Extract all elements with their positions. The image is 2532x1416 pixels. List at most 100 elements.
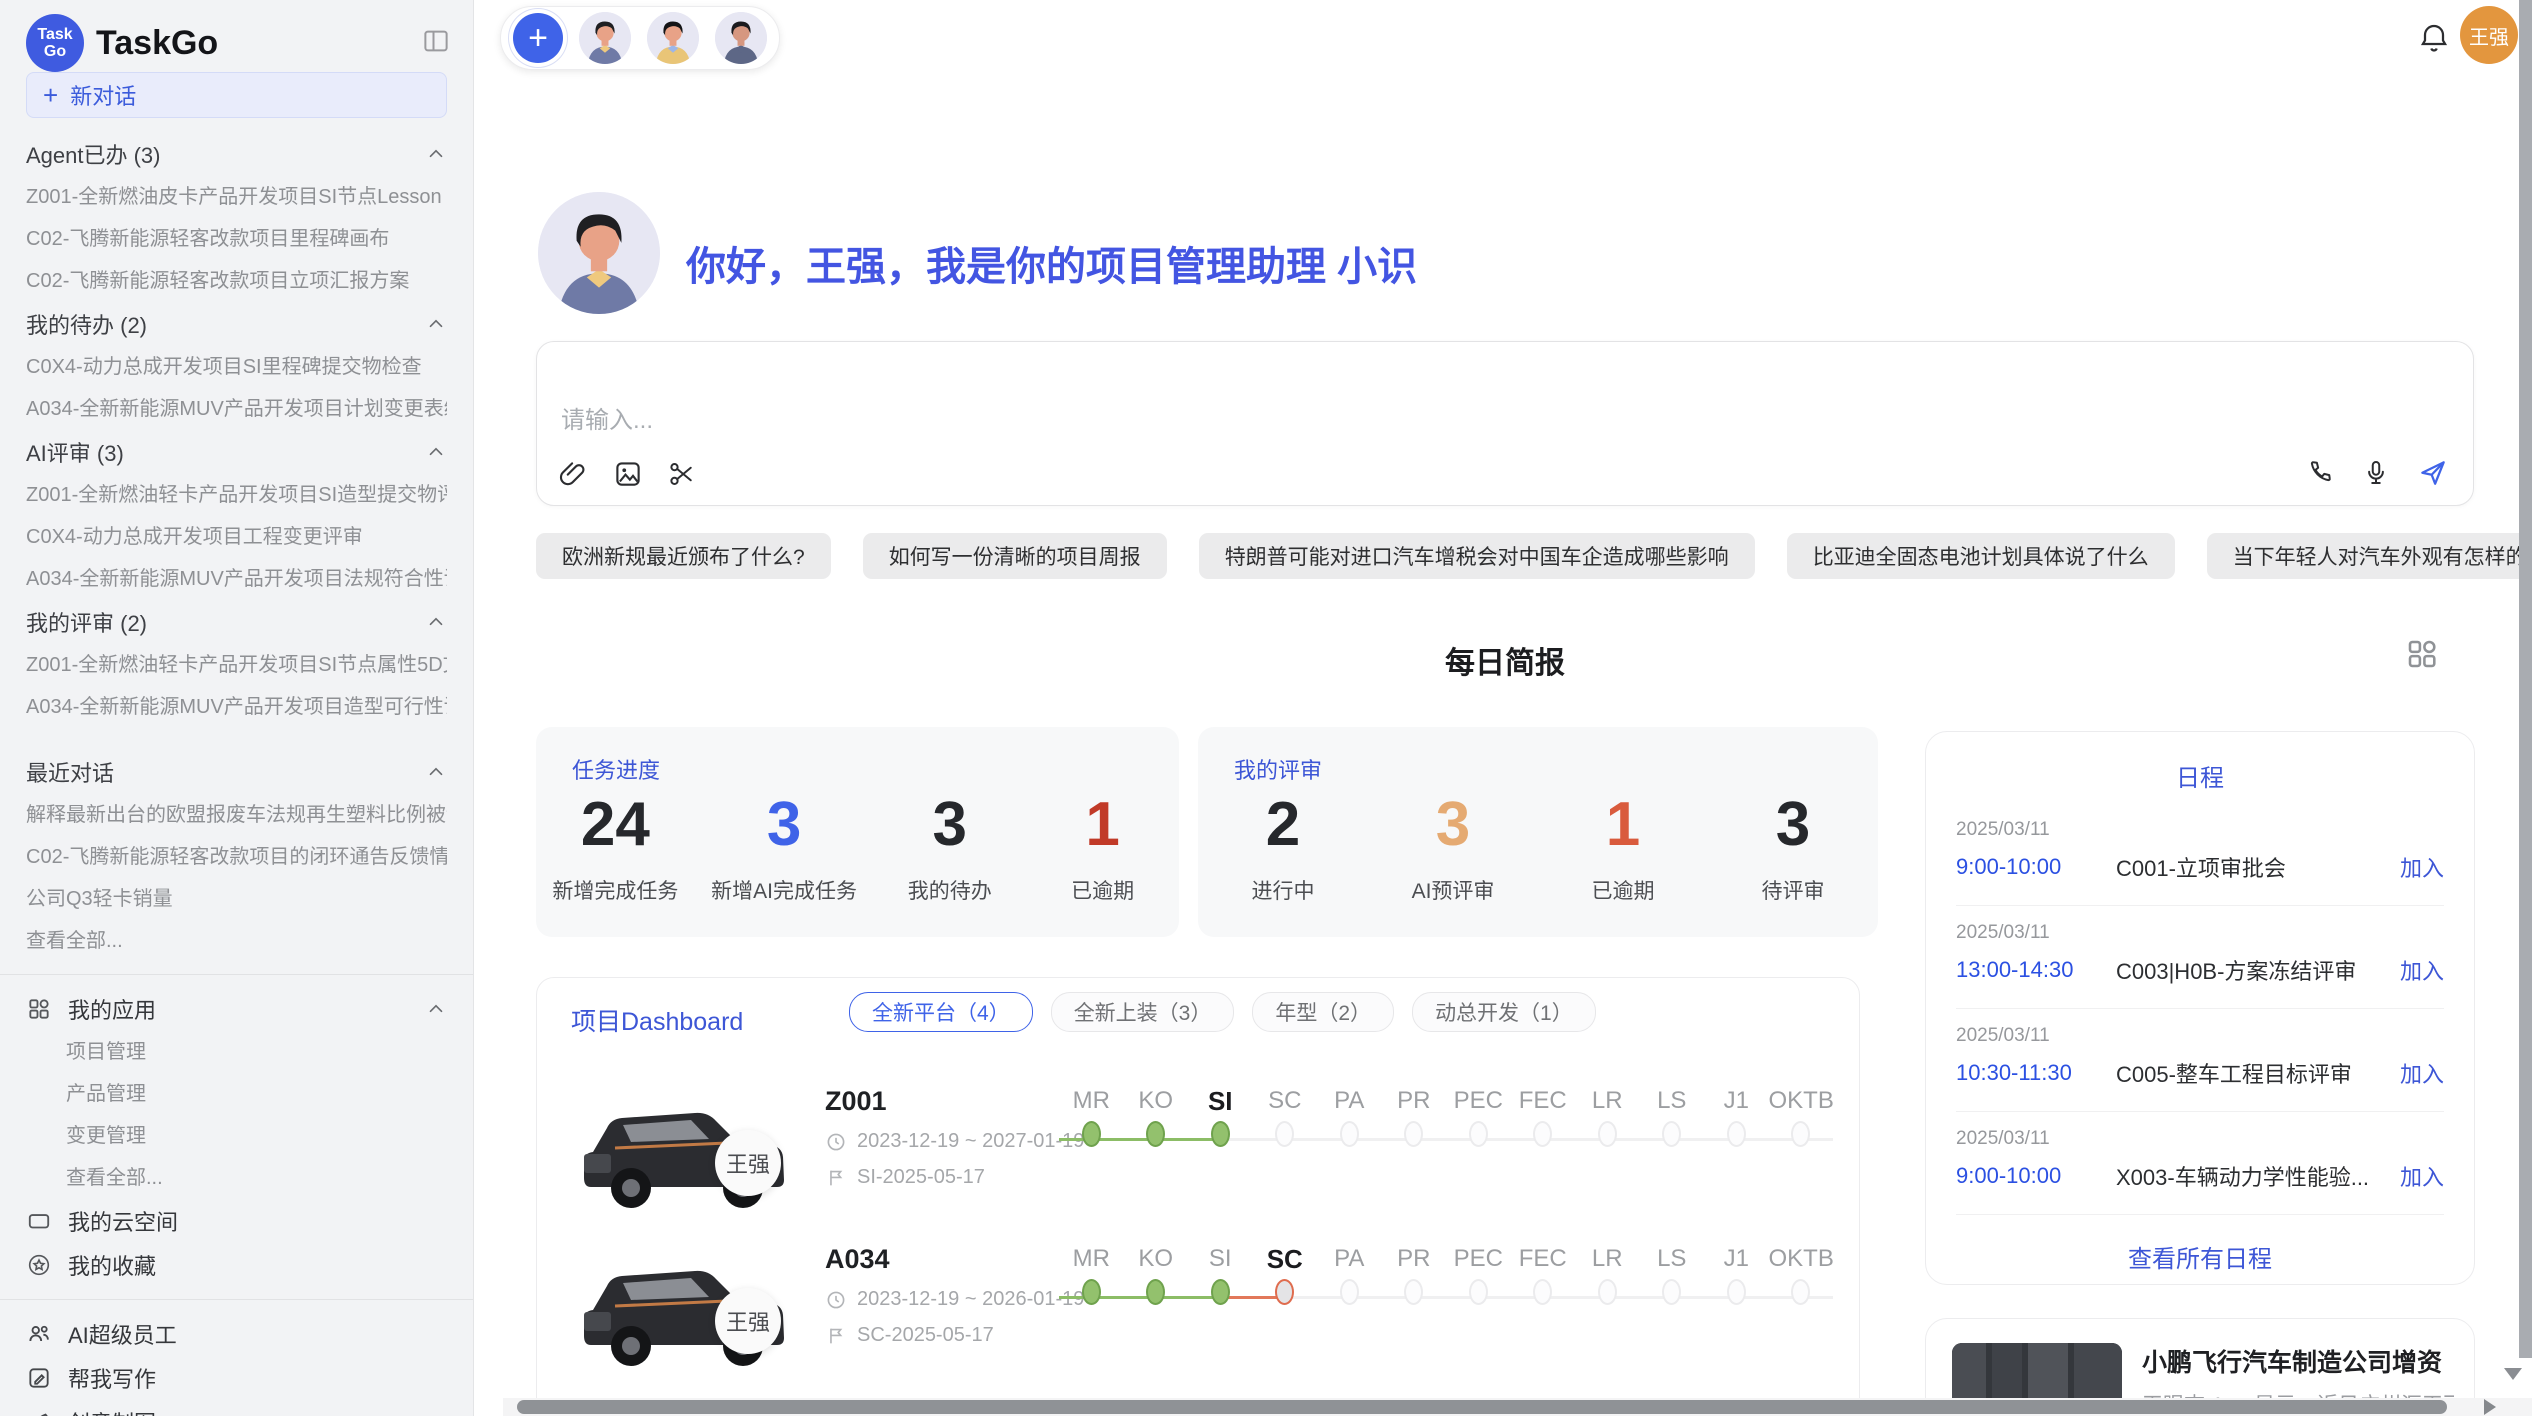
sidebar-conversation-item[interactable]: A034-全新新能源MUV产品开发项目造型可行性评审 [26,686,447,728]
new-chat-button[interactable]: + 新对话 [26,72,447,118]
sidebar-item-my-apps[interactable]: 我的应用 [26,987,447,1031]
milestone: MR [1059,1242,1124,1323]
milestone: J1 [1704,1242,1769,1323]
sidebar-conversation-item[interactable]: Z001-全新燃油轻卡产品开发项目SI节点属性5D文件评审 [26,644,447,686]
sidebar-section-header[interactable]: AI评审 (3) [26,430,447,474]
sidebar-item-favorites[interactable]: 我的收藏 [26,1243,447,1287]
schedule-meeting-name: C001-立项审批会 [2116,851,2400,883]
voice-call-icon[interactable] [2305,458,2335,488]
dashboard-filters: 全新平台（4） 全新上装（3） 年型（2） 动总开发（1） [849,992,1596,1032]
sidebar-item-cloud-space[interactable]: 我的云空间 [26,1199,447,1243]
schedule-date: 2025/03/11 [1956,1009,2444,1047]
stat-column: 24 新增完成任务 [552,791,678,905]
milestone-label: SI [1188,1084,1253,1118]
schedule-meeting-name: C005-整车工程目标评审 [2116,1057,2400,1089]
stat-row: 24新增完成任务3新增AI完成任务3我的待办1已逾期 [536,791,1179,905]
suggestion-chip[interactable]: 如何写一份清晰的项目周报 [863,533,1167,579]
sidebar-conversation-item[interactable]: A034-全新新能源MUV产品开发项目法规符合性评审 [26,558,447,600]
join-meeting-link[interactable]: 加入 [2400,954,2444,986]
stat-value: 24 [552,791,678,859]
attachment-icon[interactable] [559,459,589,489]
teammate-avatar-3[interactable] [715,12,767,64]
sidebar-app-item[interactable]: 项目管理 [26,1031,447,1073]
sidebar-conversation-item[interactable]: C0X4-动力总成开发项目SI里程碑提交物检查 [26,346,447,388]
suggestion-chip[interactable]: 欧洲新规最近颁布了什么? [536,533,831,579]
sidebar-tool-item[interactable]: AI超级员工 [26,1312,447,1356]
join-meeting-link[interactable]: 加入 [2400,851,2444,883]
sidebar-section-header[interactable]: 最近对话 [26,750,447,794]
stat-label: 新增完成任务 [552,875,678,905]
sidebar-conversation-item[interactable]: A034-全新新能源MUV产品开发项目计划变更表编写 [26,388,447,430]
sidebar-section-header[interactable]: 我的待办 (2) [26,302,447,346]
project-flag-milestone: SC-2025-05-17 [825,1324,1084,1347]
stat-label: 新增AI完成任务 [711,875,857,905]
milestone-node [1253,1121,1318,1165]
schedule-card: 日程 2025/03/119:00-10:00C001-立项审批会加入2025/… [1925,731,2475,1285]
stat-value: 1 [1043,791,1163,859]
sidebar-conversation-item[interactable]: C02-飞腾新能源轻客改款项目的闭环通告反馈情况 [26,836,447,878]
microphone-icon[interactable] [2361,458,2391,488]
sidebar-section-header[interactable]: 我的评审 (2) [26,600,447,644]
sidebar-app-item[interactable]: 产品管理 [26,1073,447,1115]
suggestion-chip[interactable]: 当下年轻人对汽车外观有怎样的喜好趋势 [2207,533,2532,579]
milestone: KO [1124,1084,1189,1165]
dashboard-filter-chip[interactable]: 年型（2） [1252,992,1394,1032]
dashboard-filter-chip[interactable]: 全新上装（3） [1051,992,1235,1032]
milestone: J1 [1704,1084,1769,1165]
sidebar-app-item[interactable]: 变更管理 [26,1115,447,1157]
sidebar-section-header[interactable]: Agent已办 (3) [26,132,447,176]
briefing-layout-grid-icon[interactable] [2404,636,2440,672]
project-flag-text: SI-2025-05-17 [857,1166,985,1189]
project-name: Z001 [825,1086,1084,1117]
schedule-item: 2025/03/119:00-10:00C001-立项审批会加入 [1926,803,2474,906]
milestone: LS [1640,1084,1705,1165]
view-all-schedule-link[interactable]: 查看所有日程 [1926,1239,2474,1274]
sidebar-divider [0,1299,473,1300]
milestone-dot [1146,1121,1165,1147]
sidebar-conversation-item[interactable]: Z001-全新燃油轻卡产品开发项目SI造型提交物评审 [26,474,447,516]
sidebar-conversation-item[interactable]: 解释最新出台的欧盟报废车法规再生塑料比例被调至15%... [26,794,447,836]
sidebar-app-item[interactable]: 查看全部... [26,1157,447,1199]
stat-column: 3我的待办 [890,791,1010,905]
milestone: PR [1382,1084,1447,1165]
stat-label: 待评审 [1733,875,1853,905]
dashboard-title: 项目Dashboard [571,1002,743,1038]
milestone-label: KO [1124,1242,1189,1276]
sidebar-conversation-item[interactable]: C02-飞腾新能源轻客改款项目里程碑画布 [26,218,447,260]
chat-input[interactable]: 请输入... [536,341,2474,506]
sidebar: Task Go TaskGo + 新对话 Agent已办 (3)Z001-全新燃… [0,0,474,1416]
suggestion-chip[interactable]: 比亚迪全固态电池计划具体说了什么 [1787,533,2175,579]
suggestion-chip[interactable]: 特朗普可能对进口汽车增税会对中国车企造成哪些影响 [1199,533,1755,579]
sidebar-tool-item[interactable]: 创意制图 [26,1400,447,1416]
add-agent-button[interactable]: + [513,13,563,63]
milestone-dot [1791,1121,1810,1147]
sidebar-conversation-item[interactable]: Z001-全新燃油皮卡产品开发项目SI节点Lesson Learn报告 [26,176,447,218]
send-icon[interactable] [2417,457,2449,489]
milestone-node [1253,1279,1318,1323]
join-meeting-link[interactable]: 加入 [2400,1057,2444,1089]
dashboard-filter-chip[interactable]: 全新平台（4） [849,992,1033,1032]
sidebar-conversation-item[interactable]: C02-飞腾新能源轻客改款项目立项汇报方案 [26,260,447,302]
sidebar-conversation-item[interactable]: 公司Q3轻卡销量 [26,878,447,920]
horizontal-scrollbar-thumb[interactable] [517,1400,2447,1414]
sidebar-collapse-icon[interactable] [421,26,451,56]
sidebar-tool-label: 创意制图 [68,1406,447,1416]
sidebar-conversation-item[interactable]: 查看全部... [26,920,447,962]
schedule-divider [1956,1214,2444,1215]
dashboard-filter-chip[interactable]: 动总开发（1） [1412,992,1596,1032]
scroll-right-arrow-icon[interactable] [2484,1399,2496,1415]
stat-value: 3 [1733,791,1853,859]
teammate-avatar-1[interactable] [579,12,631,64]
image-upload-icon[interactable] [613,459,643,489]
user-avatar[interactable]: 王强 [2460,6,2518,64]
scroll-down-arrow-icon[interactable] [2504,1368,2522,1380]
sidebar-tool-item[interactable]: 帮我写作 [26,1356,447,1400]
screenshot-scissors-icon[interactable] [667,459,697,489]
vertical-scrollbar-thumb[interactable] [2519,0,2532,1358]
sidebar-conversation-item[interactable]: C0X4-动力总成开发项目工程变更评审 [26,516,447,558]
join-meeting-link[interactable]: 加入 [2400,1160,2444,1192]
teammate-avatar-2[interactable] [647,12,699,64]
project-owner-badge: 王强 [715,1288,781,1354]
stat-column: 3AI预评审 [1393,791,1513,905]
notifications-bell-icon[interactable] [2416,20,2452,56]
